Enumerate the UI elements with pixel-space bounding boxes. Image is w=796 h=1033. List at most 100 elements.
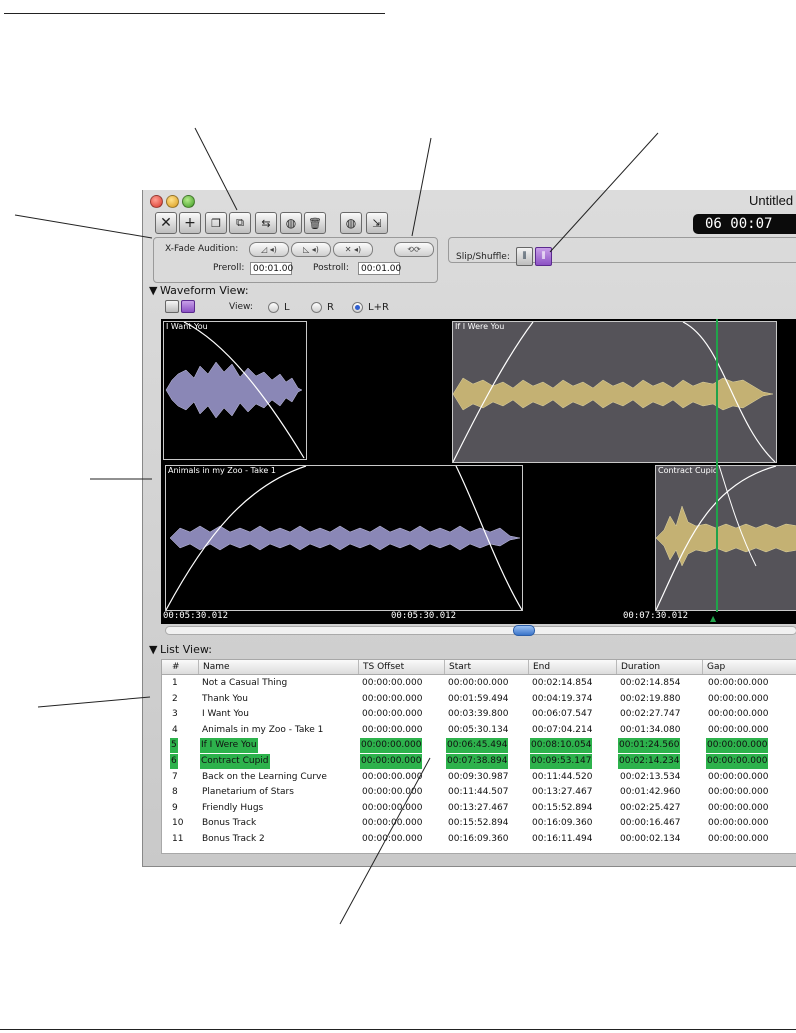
shuffle-button[interactable]: ⫴: [535, 247, 552, 266]
xfade-audition-out-button[interactable]: ◺ ◂): [291, 242, 331, 257]
add-button[interactable]: +: [179, 212, 201, 234]
column-header[interactable]: #: [162, 660, 198, 674]
close-window-button[interactable]: [150, 195, 163, 208]
table-cell: Thank You: [202, 693, 249, 704]
waveform-mode-button-2[interactable]: [181, 300, 195, 313]
import-button[interactable]: ⇲: [366, 212, 388, 234]
table-cell: Back on the Learning Curve: [202, 771, 327, 782]
table-cell: 11: [172, 834, 184, 844]
clip-waveform: [166, 466, 522, 610]
waveform-mode-button-1[interactable]: [165, 300, 179, 313]
view-radio-lr[interactable]: [352, 302, 363, 313]
top-rule: [4, 13, 385, 14]
fade-in-icon: ◿ ◂): [261, 245, 277, 254]
table-row[interactable]: 10 Bonus Track 00:00:00.000 00:15:52.894 00:…: [162, 816, 796, 831]
table-row[interactable]: 7 Back on the Learning Curve 00:00:00.000 0…: [162, 770, 796, 785]
xfade-label: X-Fade Audition:: [165, 244, 239, 254]
zoom-window-button[interactable]: [182, 195, 195, 208]
table-cell: 00:00:02.134: [620, 834, 681, 844]
clip-if-i-were-you[interactable]: If I Were You: [452, 321, 777, 463]
column-header[interactable]: TS Offset: [358, 660, 444, 674]
slip-button[interactable]: ⫴: [516, 247, 533, 266]
minimize-window-button[interactable]: [166, 195, 179, 208]
table-cell: If I Were You: [200, 738, 258, 754]
table-cell: 3: [172, 709, 178, 720]
table-cell: 00:02:13.534: [620, 771, 681, 782]
ruler-label: 00:05:30.012: [163, 611, 229, 621]
export-button[interactable]: ◍: [340, 212, 362, 234]
replace-icon: ⇆: [261, 216, 271, 230]
table-row[interactable]: 4 Animals in my Zoo - Take 1 00:00:00.000 0…: [162, 723, 796, 738]
table-cell: I Want You: [202, 709, 249, 720]
loop-button[interactable]: ⟲⟳: [394, 242, 434, 257]
delete-button[interactable]: 🗑: [304, 212, 326, 234]
table-cell: 00:15:52.894: [448, 818, 509, 829]
waveform-canvas[interactable]: I Want You If I Were You Animals in my Z…: [161, 319, 796, 624]
waveform-view-title: Waveform View:: [160, 284, 249, 297]
table-cell: 4: [172, 724, 178, 735]
xfade-audition-both-button[interactable]: ✕ ◂): [333, 242, 373, 257]
column-header[interactable]: End: [528, 660, 616, 674]
column-header[interactable]: Duration: [616, 660, 702, 674]
globe-button[interactable]: ◍: [280, 212, 302, 234]
clip-animals-in-my-zoo[interactable]: Animals in my Zoo - Take 1: [165, 465, 523, 611]
table-cell: 00:00:00.000: [708, 834, 769, 844]
table-cell: 00:01:34.080: [620, 724, 681, 735]
table-cell: 00:00:00.000: [708, 724, 769, 735]
table-cell: 00:02:19.880: [620, 693, 681, 704]
column-header[interactable]: Gap: [702, 660, 796, 674]
preroll-label: Preroll:: [213, 263, 245, 273]
table-cell: 00:16:09.360: [448, 834, 509, 844]
table-cell: 00:01:59.494: [448, 693, 509, 704]
list-disclosure-triangle[interactable]: ▼: [149, 643, 157, 656]
crossfade-icon: ✕ ◂): [344, 245, 362, 254]
xfade-audition-in-button[interactable]: ◿ ◂): [249, 242, 289, 257]
clip-i-want-you[interactable]: I Want You: [163, 321, 307, 460]
table-row[interactable]: 1 Not a Casual Thing 00:00:00.000 00:00:00.…: [162, 676, 796, 691]
table-cell: 00:00:00.000: [708, 771, 769, 782]
table-row[interactable]: 9 Friendly Hugs 00:00:00.000 00:13:27.467 00…: [162, 801, 796, 816]
column-header[interactable]: Name: [198, 660, 358, 674]
split-icon: ⧉: [236, 216, 244, 229]
table-cell: 00:02:14.854: [532, 678, 593, 688]
clip-label: Contract Cupid: [658, 466, 718, 475]
table-cell: 00:00:00.000: [706, 754, 769, 769]
clip-contract-cupid[interactable]: Contract Cupid: [655, 465, 796, 611]
view-radio-r[interactable]: [311, 302, 322, 313]
import-icon: ⇲: [372, 216, 382, 230]
waveform-scrollbar[interactable]: [165, 626, 796, 635]
table-row[interactable]: 2 Thank You 00:00:00.000 00:01:59.494 00:04:…: [162, 692, 796, 707]
playhead[interactable]: [716, 319, 718, 624]
table-row[interactable]: 8 Planetarium of Stars 00:00:00.000 00:11:4…: [162, 785, 796, 800]
table-row[interactable]: 11 Bonus Track 2 00:00:00.000 00:16:09.360 0…: [162, 832, 796, 847]
table-cell: 00:06:45.494: [446, 738, 509, 754]
table-row[interactable]: 3 I Want You 00:00:00.000 00:03:39.800 00:06…: [162, 707, 796, 722]
remove-button[interactable]: ✕: [155, 212, 177, 234]
split-button[interactable]: ⧉: [229, 212, 251, 234]
column-header[interactable]: Start: [444, 660, 528, 674]
window-title: Untitled: [749, 193, 794, 208]
time-ruler: [161, 612, 796, 624]
view-radio-l[interactable]: [268, 302, 279, 313]
waveform-scroll-thumb[interactable]: [513, 625, 535, 636]
table-cell: 00:13:27.467: [448, 802, 509, 813]
table-cell: 8: [172, 787, 178, 798]
waveform-disclosure-triangle[interactable]: ▼: [149, 284, 157, 297]
table-row[interactable]: 5 If I Were You 00:00:00.000 00:06:45.494 00…: [162, 738, 796, 754]
preroll-field[interactable]: 00:01.00: [250, 262, 293, 275]
duplicate-button[interactable]: ❐: [205, 212, 227, 234]
table-row[interactable]: 6 Contract Cupid 00:00:00.000 00:07:38.894 0…: [162, 754, 796, 769]
table-cell: 00:09:53.147: [530, 754, 593, 769]
replace-button[interactable]: ⇆: [255, 212, 277, 234]
clip-label: If I Were You: [455, 322, 505, 331]
postroll-label: Postroll:: [313, 263, 349, 273]
loop-icon: ⟲⟳: [407, 245, 421, 254]
table-cell: Friendly Hugs: [202, 802, 264, 813]
postroll-field[interactable]: 00:01.00: [358, 262, 401, 275]
table-cell: 00:02:14.234: [618, 754, 681, 769]
ruler-label: 00:07:30.012: [623, 611, 689, 621]
playhead-marker-icon[interactable]: ▲: [710, 614, 716, 623]
table-cell: 00:00:00.000: [708, 802, 769, 813]
table-cell: 00:00:00.000: [448, 678, 509, 688]
table-cell: 00:00:00.000: [706, 738, 769, 754]
